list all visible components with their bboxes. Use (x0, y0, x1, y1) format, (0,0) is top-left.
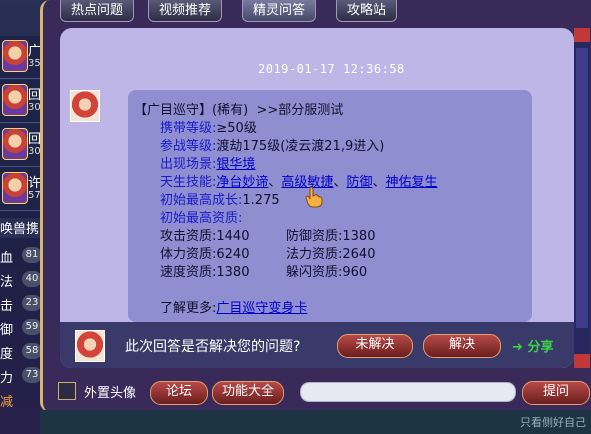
pet-name: 【广目巡守】 (134, 103, 213, 118)
stat-char: 血 (0, 251, 14, 266)
transform-card-link[interactable]: 广目巡守变身卡 (216, 301, 307, 316)
stat-cell: 躲闪资质:960 (286, 261, 367, 280)
tab-video-recommend[interactable]: 视频推荐 (148, 0, 223, 22)
tab-sprite-qa[interactable]: 精灵问答 (242, 0, 317, 22)
line-label: 天生技能: (160, 175, 217, 190)
stat-char: 法 (0, 275, 14, 290)
skill-link[interactable]: 神佑复生 (385, 175, 437, 190)
stat-value: 2640 (342, 247, 376, 262)
server-note: >>部分服测试 (256, 103, 344, 118)
party-level: 30 (28, 146, 41, 157)
stat-value: 6240 (216, 247, 250, 262)
stat-name: 法力资质: (286, 247, 343, 262)
stat-value: 1440 (216, 229, 250, 244)
party-level: 35 (28, 58, 41, 69)
answer-header: 【广目巡守】(稀有) >>部分服测试 (134, 99, 343, 118)
tab-hot-questions[interactable]: 热点问题 (60, 0, 135, 22)
stat-cell: 速度资质:1380 (160, 261, 249, 280)
features-button[interactable]: 功能大全 (212, 381, 284, 405)
forum-button[interactable]: 论坛 (150, 381, 208, 405)
stat-name: 体力资质: (160, 247, 217, 262)
stat-cell: 攻击资质:1440 (160, 225, 249, 244)
line-value: 1.275 (242, 193, 280, 208)
stat-num: 23 (22, 295, 42, 311)
line-value: ≥50级 (216, 121, 257, 136)
line-value: 渡劫175级(凌云渡21,9进入) (216, 139, 385, 154)
bottom-hint: 只看侧好自己 (520, 416, 586, 429)
party-avatar (2, 40, 28, 72)
line-label: 初始最高成长: (160, 193, 243, 208)
stat-name: 攻击资质: (160, 229, 217, 244)
share-label: 分享 (527, 340, 554, 355)
external-avatar-label: 外置头像 (84, 386, 137, 401)
scroll-thumb[interactable] (576, 48, 588, 328)
question-input[interactable] (300, 382, 516, 402)
answer-line: 天生技能:净台妙谛、高级敏捷、防御、神佑复生 (160, 175, 438, 190)
message-timestamp: 2019-01-17 12:36:58 (258, 62, 405, 76)
stat-value: 1380 (342, 229, 376, 244)
stat-num: 81 (22, 247, 42, 263)
party-avatar (2, 172, 28, 204)
unresolved-button[interactable]: 未解决 (337, 334, 413, 358)
stat-char: 击 (0, 299, 14, 314)
stat-num: 59 (22, 319, 42, 335)
answer-line: 参战等级:渡劫175级(凌云渡21,9进入) (160, 135, 384, 154)
answer-line: 携带等级:≥50级 (160, 117, 257, 136)
stat-char: 减 (0, 395, 14, 410)
stat-char: 力 (0, 371, 14, 386)
chat-scrollbar[interactable] (574, 28, 590, 368)
line-label: 初始最高资质: (160, 211, 243, 226)
answer-line: 初始最高成长:1.275 (160, 189, 280, 208)
stat-char: 度 (0, 347, 14, 362)
answer-line: 出现场景:银华境 (160, 153, 255, 172)
bottom-game-strip (40, 410, 591, 434)
sprite-avatar (70, 90, 100, 122)
scroll-down-button[interactable] (574, 354, 590, 368)
stat-num: 40 (22, 271, 42, 287)
stat-char: 御 (0, 323, 14, 338)
hand-pointer-icon (305, 186, 323, 208)
stat-name: 防御资质: (286, 229, 343, 244)
skill-link[interactable]: 防御 (346, 175, 372, 190)
stat-num: 73 (22, 367, 42, 383)
party-level: 57 (28, 190, 41, 201)
stat-value: 1380 (216, 265, 250, 280)
ask-button[interactable]: 提问 (522, 381, 590, 405)
learn-more: 了解更多:广目巡守变身卡 (160, 297, 307, 316)
stat-cell: 体力资质:6240 (160, 243, 249, 262)
scroll-up-button[interactable] (574, 28, 590, 42)
stat-cell: 法力资质:2640 (286, 243, 375, 262)
stat-num: 58 (22, 343, 42, 359)
party-avatar (2, 84, 28, 116)
share-button[interactable]: ➜ 分享 (512, 336, 553, 355)
party-level: 30 (28, 102, 41, 113)
line-label: 参战等级: (160, 139, 217, 154)
stat-value: 960 (342, 265, 368, 280)
party-avatar (2, 128, 28, 160)
feedback-question: 此次回答是否解决您的问题? (125, 339, 301, 355)
sprite-avatar-small (75, 330, 105, 362)
learn-more-label: 了解更多: (160, 301, 217, 316)
line-label: 携带等级: (160, 121, 217, 136)
scene-link[interactable]: 银华境 (216, 157, 255, 172)
stat-name: 速度资质: (160, 265, 217, 280)
stat-cell: 防御资质:1380 (286, 225, 375, 244)
resolved-button[interactable]: 解决 (423, 334, 501, 358)
tab-strategy[interactable]: 攻略站 (336, 0, 398, 22)
external-avatar-checkbox[interactable] (58, 382, 76, 400)
share-arrow-icon: ➜ (512, 340, 523, 355)
skill-link[interactable]: 净台妙谛 (216, 175, 268, 190)
line-label: 出现场景: (160, 157, 217, 172)
answer-line: 初始最高资质: (160, 207, 242, 226)
pet-rarity: (稀有) (212, 103, 249, 118)
stat-name: 躲闪资质: (286, 265, 343, 280)
